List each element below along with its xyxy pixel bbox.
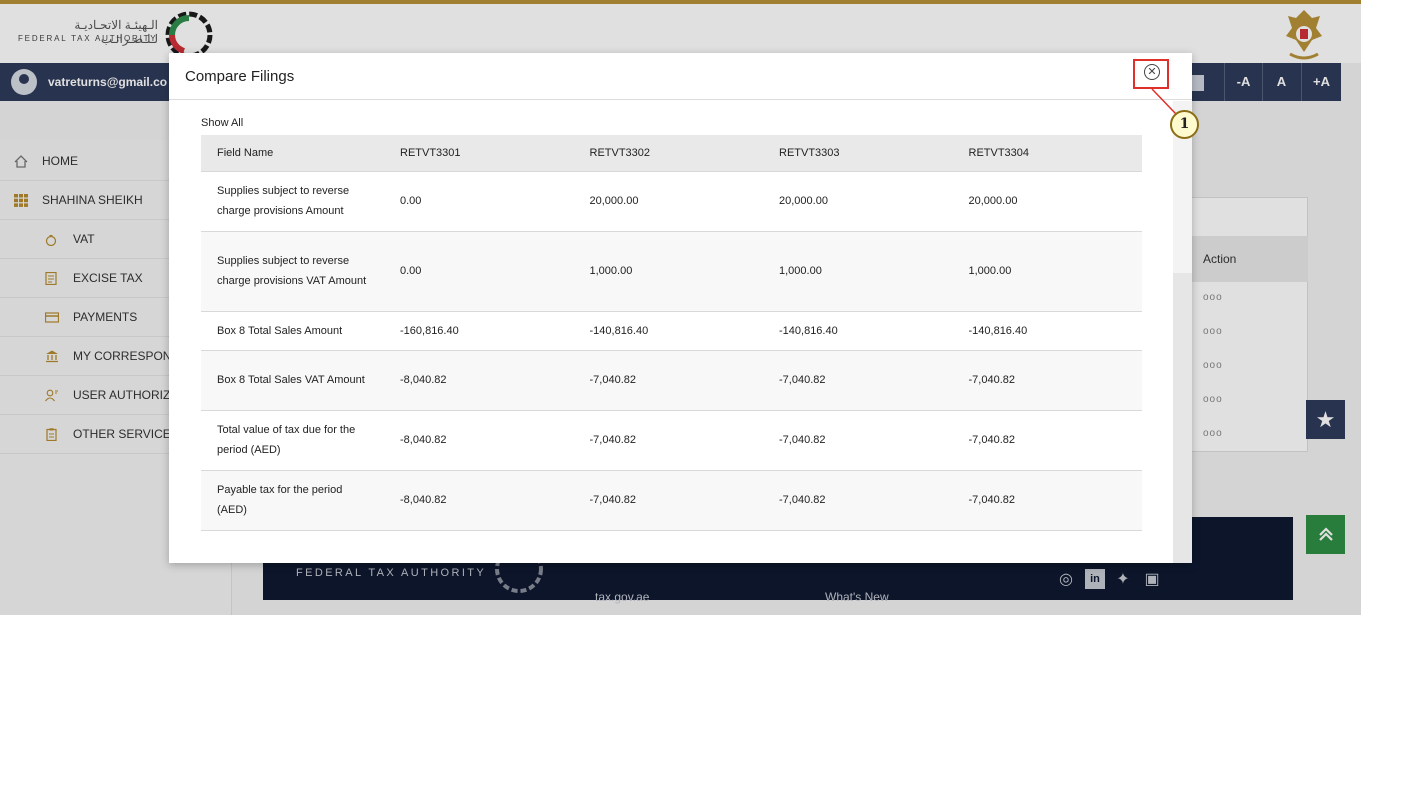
annotation-marker: 1 [1170, 110, 1199, 139]
app-window: الـهيئـة الاتحـاديـة لـلـضـرائـب FEDERAL… [0, 0, 1361, 615]
annotation-connector [1151, 88, 1177, 115]
